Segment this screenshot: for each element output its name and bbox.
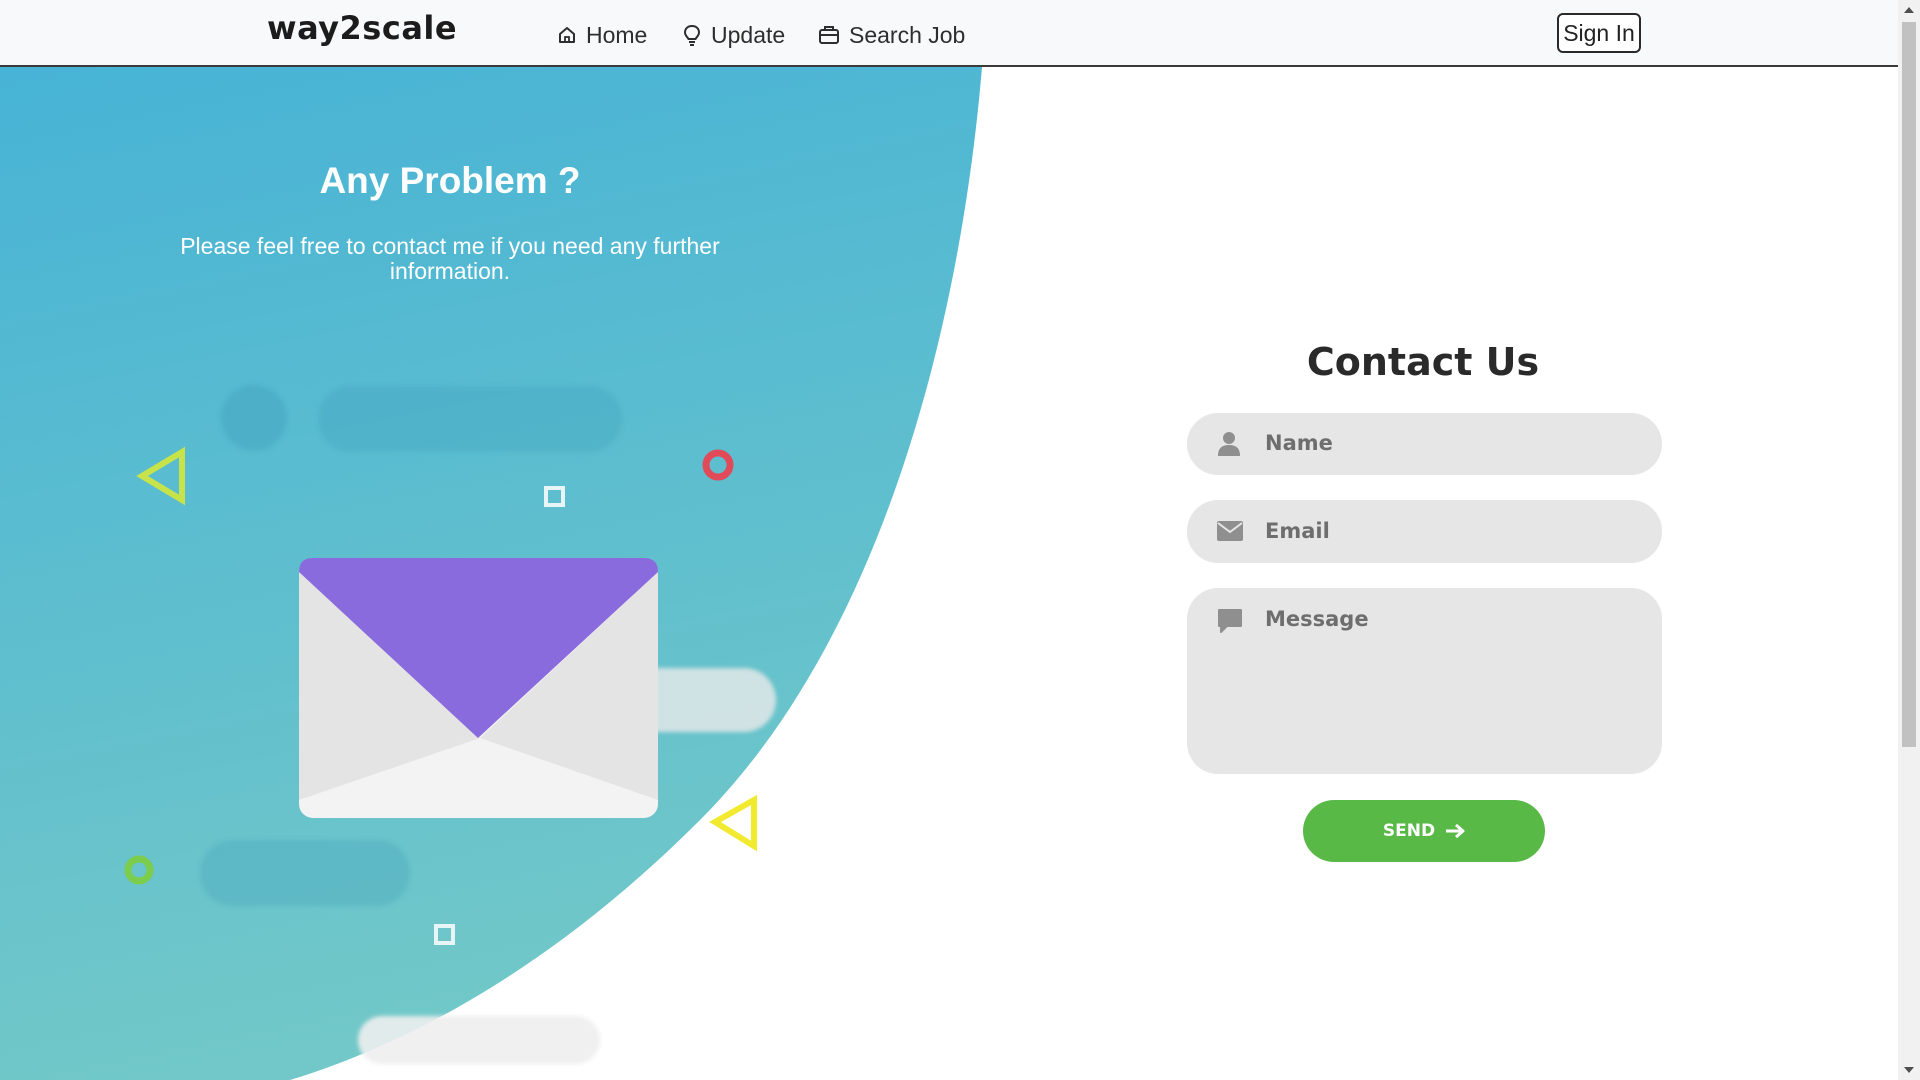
user-icon xyxy=(1218,432,1240,456)
briefcase-icon xyxy=(819,26,839,44)
name-field[interactable]: Name xyxy=(1187,413,1662,475)
hero-subtitle-line: Please feel free to contact me if you ne… xyxy=(180,233,720,259)
message-placeholder: Message xyxy=(1265,607,1369,631)
name-placeholder: Name xyxy=(1265,431,1333,455)
contact-title: Contact Us xyxy=(1306,340,1540,384)
bubble-circle xyxy=(221,385,287,451)
vertical-scrollbar[interactable] xyxy=(1898,0,1920,1080)
caret-down-icon xyxy=(1904,1067,1914,1073)
lightbulb-icon xyxy=(683,24,701,46)
email-field[interactable]: Email xyxy=(1187,500,1662,563)
yellow-triangle-shape xyxy=(709,794,757,852)
nav-home[interactable]: Home xyxy=(557,20,647,50)
comment-icon xyxy=(1218,609,1242,633)
nav-update-label: Update xyxy=(711,21,786,48)
home-icon xyxy=(559,27,575,43)
arrow-right-icon xyxy=(1446,824,1465,838)
nav-search-job-label: Search Job xyxy=(849,21,966,48)
bubble-pill xyxy=(318,386,622,452)
scrollbar-thumb[interactable] xyxy=(1902,22,1916,747)
send-button[interactable]: SEND xyxy=(1303,800,1545,862)
brand-logo[interactable]: way2scale xyxy=(267,9,457,47)
bubble-pill xyxy=(358,1016,600,1064)
email-placeholder: Email xyxy=(1265,519,1330,543)
bubble-pill xyxy=(200,840,410,906)
sign-in-button[interactable]: Sign In xyxy=(1557,13,1641,53)
message-textarea[interactable]: Message xyxy=(1187,588,1662,774)
nav-update[interactable]: Update xyxy=(682,20,785,50)
hero-subtitle: Please feel free to contact me if you ne… xyxy=(140,234,760,284)
hero-title: Any Problem ? xyxy=(319,160,581,201)
nav-home-label: Home xyxy=(586,21,648,48)
nav-search-job[interactable]: Search Job xyxy=(818,20,965,50)
hero-subtitle-line: information. xyxy=(389,258,511,284)
caret-up-icon xyxy=(1904,7,1914,13)
envelope-small-icon xyxy=(1217,521,1243,541)
send-button-label: SEND xyxy=(1382,821,1436,841)
envelope-icon xyxy=(299,558,658,818)
top-navbar: way2scale Home Update Search Job Sign In xyxy=(0,0,1898,67)
scroll-down-arrow[interactable] xyxy=(1898,1060,1920,1080)
scroll-up-arrow[interactable] xyxy=(1898,0,1920,20)
